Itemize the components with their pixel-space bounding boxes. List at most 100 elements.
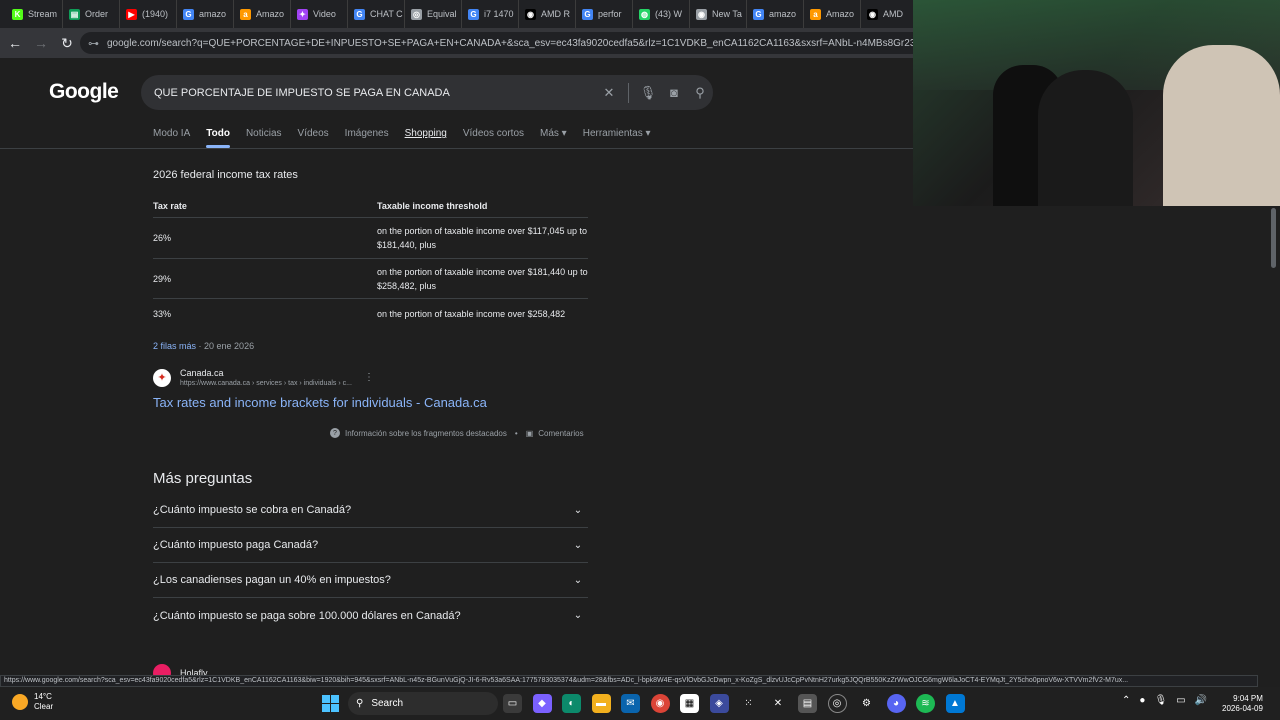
feedback-link[interactable]: Comentarios xyxy=(538,429,583,438)
tab-favicon-icon: ◉ xyxy=(867,8,878,20)
tab-favicon-icon: G xyxy=(354,8,365,20)
question-item[interactable]: ¿Los canadienses pagan un 40% en impuest… xyxy=(153,563,588,598)
tab-shopping[interactable]: Shopping xyxy=(405,128,447,139)
tab-modo-ia[interactable]: Modo IA xyxy=(153,128,190,139)
chevron-down-icon[interactable]: ⌄ xyxy=(568,535,588,555)
about-snippets-link[interactable]: Información sobre los fragmentos destaca… xyxy=(345,429,507,438)
address-url: google.com/search?q=QUE+PORCENTAGE+DE+IN… xyxy=(107,37,1005,49)
tab-label: Stream xyxy=(28,9,58,19)
tab-label: AMD R xyxy=(541,9,570,19)
question-text: ¿Cuánto impuesto paga Canadá? xyxy=(153,539,319,551)
tab-mas[interactable]: Más ▾ xyxy=(540,128,567,139)
browser-tab[interactable]: Gi7 1470 xyxy=(462,0,519,28)
row-threshold: on the portion of taxable income over $2… xyxy=(377,308,566,319)
browser-tab[interactable]: ▤ Order xyxy=(63,0,120,28)
grid-app-icon[interactable]: ⁙ xyxy=(739,694,758,713)
more-options-icon[interactable]: ⋮ xyxy=(364,372,374,383)
table-row: 26% on the portion of taxable income ove… xyxy=(153,218,588,259)
microphone-icon[interactable]: 🎙 xyxy=(1154,695,1167,706)
chevron-down-icon[interactable]: ⌄ xyxy=(568,570,588,590)
browser-tab[interactable]: ◉ AMD R xyxy=(519,0,576,28)
speaker-icon[interactable]: 🔊 xyxy=(1195,695,1207,706)
tools-icon[interactable]: ✕ xyxy=(769,694,788,713)
header-tax-rate: Tax rate xyxy=(153,200,187,211)
notes-app-icon[interactable]: ▤ xyxy=(798,694,817,713)
reload-icon[interactable]: ↻ xyxy=(56,32,78,54)
browser-tab[interactable]: Gamazo xyxy=(747,0,804,28)
question-item[interactable]: ¿Cuánto impuesto paga Canadá? ⌄ xyxy=(153,528,588,563)
more-rows-line: 2 filas más · 20 ene 2026 xyxy=(153,341,254,351)
browser-tab[interactable]: a Amazo xyxy=(234,0,291,28)
weather-widget[interactable]: 14°C Clear xyxy=(12,692,53,712)
chevron-down-icon[interactable]: ⌄ xyxy=(568,606,588,626)
browser-tab[interactable]: ✦ Video xyxy=(291,0,348,28)
vpn-icon[interactable]: ◈ xyxy=(709,694,729,713)
display-icon[interactable]: ▭ xyxy=(1176,695,1185,706)
result-source[interactable]: ✦ Canada.ca https://www.canada.ca › serv… xyxy=(153,368,374,387)
browser-tab[interactable]: a Amazo xyxy=(804,0,861,28)
streamer-person xyxy=(1038,70,1133,206)
google-logo[interactable]: Google xyxy=(49,80,119,104)
tab-herramientas[interactable]: Herramientas ▾ xyxy=(583,128,651,139)
tab-noticias[interactable]: Noticias xyxy=(246,128,282,139)
site-settings-icon[interactable]: ⊶ xyxy=(88,37,99,50)
chevron-down-icon[interactable]: ⌄ xyxy=(568,500,588,520)
browser-tab[interactable]: ◍ (43) W xyxy=(633,0,690,28)
table-row: 33% on the portion of taxable income ove… xyxy=(153,299,588,328)
tab-label: amazo xyxy=(199,9,227,19)
obs-icon[interactable]: ◎ xyxy=(827,694,847,713)
tab-label: AMD xyxy=(883,9,903,19)
store-icon[interactable]: ▦ xyxy=(680,694,699,713)
browser-tab[interactable]: Gamazo xyxy=(177,0,234,28)
search-query[interactable]: QUE PORCENTAJE DE IMPUESTO SE PAGA EN CA… xyxy=(154,87,596,99)
result-title-link[interactable]: Tax rates and income brackets for indivi… xyxy=(153,395,487,410)
question-item[interactable]: ¿Cuánto impuesto se paga sobre 100.000 d… xyxy=(153,598,588,633)
task-view-icon[interactable]: ▭ xyxy=(503,694,522,713)
tabs-divider xyxy=(0,148,913,149)
tab-favicon-icon: ✦ xyxy=(297,8,308,20)
search-icon[interactable]: ⚲ xyxy=(687,85,713,101)
photos-icon[interactable]: ▲ xyxy=(945,694,965,713)
taskbar-search[interactable]: ⚲ Search xyxy=(348,692,498,715)
browser-tab[interactable]: Gperfor xyxy=(576,0,633,28)
discord-icon[interactable]: ◕ xyxy=(886,694,906,713)
clear-icon[interactable]: ✕ xyxy=(596,85,622,101)
forward-arrow-icon[interactable]: → xyxy=(30,32,52,54)
tab-imagenes[interactable]: Imágenes xyxy=(345,128,389,139)
lens-camera-icon[interactable]: ◙ xyxy=(661,85,687,100)
tray-app-icon[interactable]: ● xyxy=(1139,695,1145,706)
chevron-up-icon[interactable]: ⌃ xyxy=(1122,695,1130,706)
browser-tab[interactable]: G CHAT C xyxy=(348,0,405,28)
tab-videos[interactable]: Vídeos xyxy=(298,128,329,139)
browser-tab[interactable]: ◎ Equival xyxy=(405,0,462,28)
tab-favicon-icon: a xyxy=(810,8,821,20)
tab-favicon-icon: ▶ xyxy=(126,8,137,20)
tab-label: amazo xyxy=(769,9,797,19)
search-box[interactable]: QUE PORCENTAJE DE IMPUESTO SE PAGA EN CA… xyxy=(141,75,713,110)
tab-favicon-icon: G xyxy=(582,8,593,20)
clock[interactable]: 9:04 PM 2026-04-09 xyxy=(1222,694,1263,714)
mail-icon[interactable]: ✉ xyxy=(621,694,640,713)
browser-tab[interactable]: ▶ (1940) xyxy=(120,0,177,28)
browser-tab[interactable]: K Stream xyxy=(6,0,63,28)
windows-start-icon[interactable] xyxy=(322,695,339,712)
tab-favicon-icon: ◎ xyxy=(411,8,422,20)
edge-icon[interactable]: ◐ xyxy=(562,694,581,713)
back-arrow-icon[interactable]: ← xyxy=(4,32,26,54)
file-explorer-icon[interactable]: ▬ xyxy=(591,694,611,713)
tab-videos-cortos[interactable]: Vídeos cortos xyxy=(463,128,524,139)
browser-tab[interactable]: ◉ New Ta xyxy=(690,0,747,28)
tab-todo[interactable]: Todo xyxy=(206,128,230,148)
copilot-icon[interactable]: ◆ xyxy=(532,694,552,713)
microphone-icon[interactable]: 🎙 xyxy=(635,85,661,101)
browser-tab[interactable]: ◉ AMD xyxy=(861,0,918,28)
more-rows-link[interactable]: 2 filas más xyxy=(153,341,196,351)
clock-time: 9:04 PM xyxy=(1233,694,1263,703)
spotify-icon[interactable]: ≋ xyxy=(916,694,935,713)
chrome-icon[interactable]: ◉ xyxy=(650,694,670,713)
settings-gear-icon[interactable]: ⚙ xyxy=(857,694,876,713)
question-text: ¿Cuánto impuesto se paga sobre 100.000 d… xyxy=(153,609,461,622)
question-item[interactable]: ¿Cuánto impuesto se cobra en Canadá? ⌄ xyxy=(153,493,588,528)
page-scrollbar[interactable] xyxy=(1271,208,1276,268)
tab-label: i7 1470 xyxy=(484,9,514,19)
